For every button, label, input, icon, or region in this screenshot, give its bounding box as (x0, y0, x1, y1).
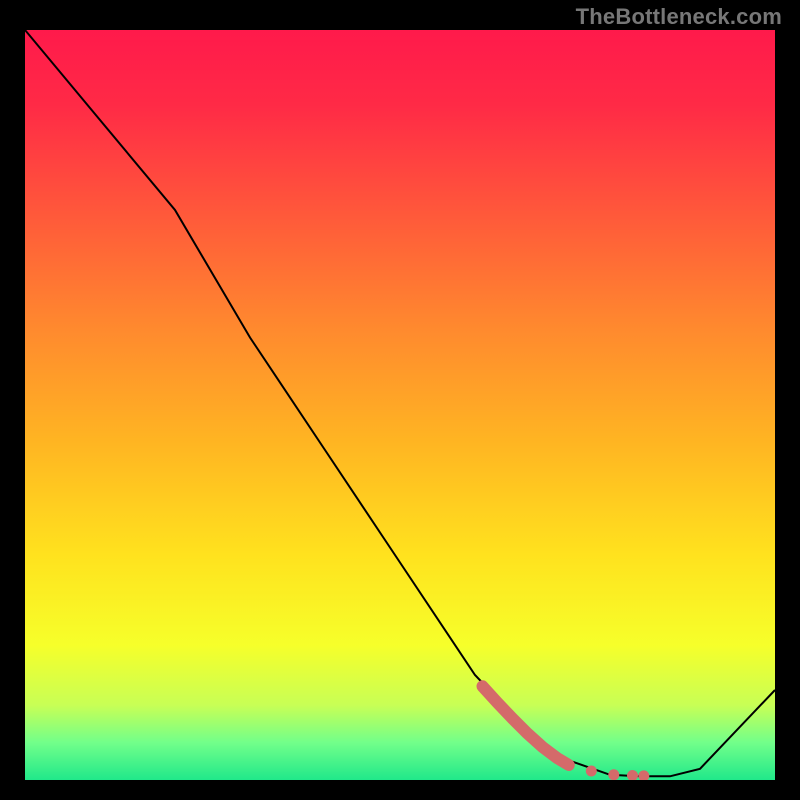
watermark-text: TheBottleneck.com (576, 4, 782, 30)
gradient-background (25, 30, 775, 780)
chart-svg (25, 30, 775, 780)
plot-area (25, 30, 775, 780)
highlight-dot (586, 766, 597, 777)
highlight-dot (608, 769, 619, 780)
chart-frame: TheBottleneck.com (0, 0, 800, 800)
